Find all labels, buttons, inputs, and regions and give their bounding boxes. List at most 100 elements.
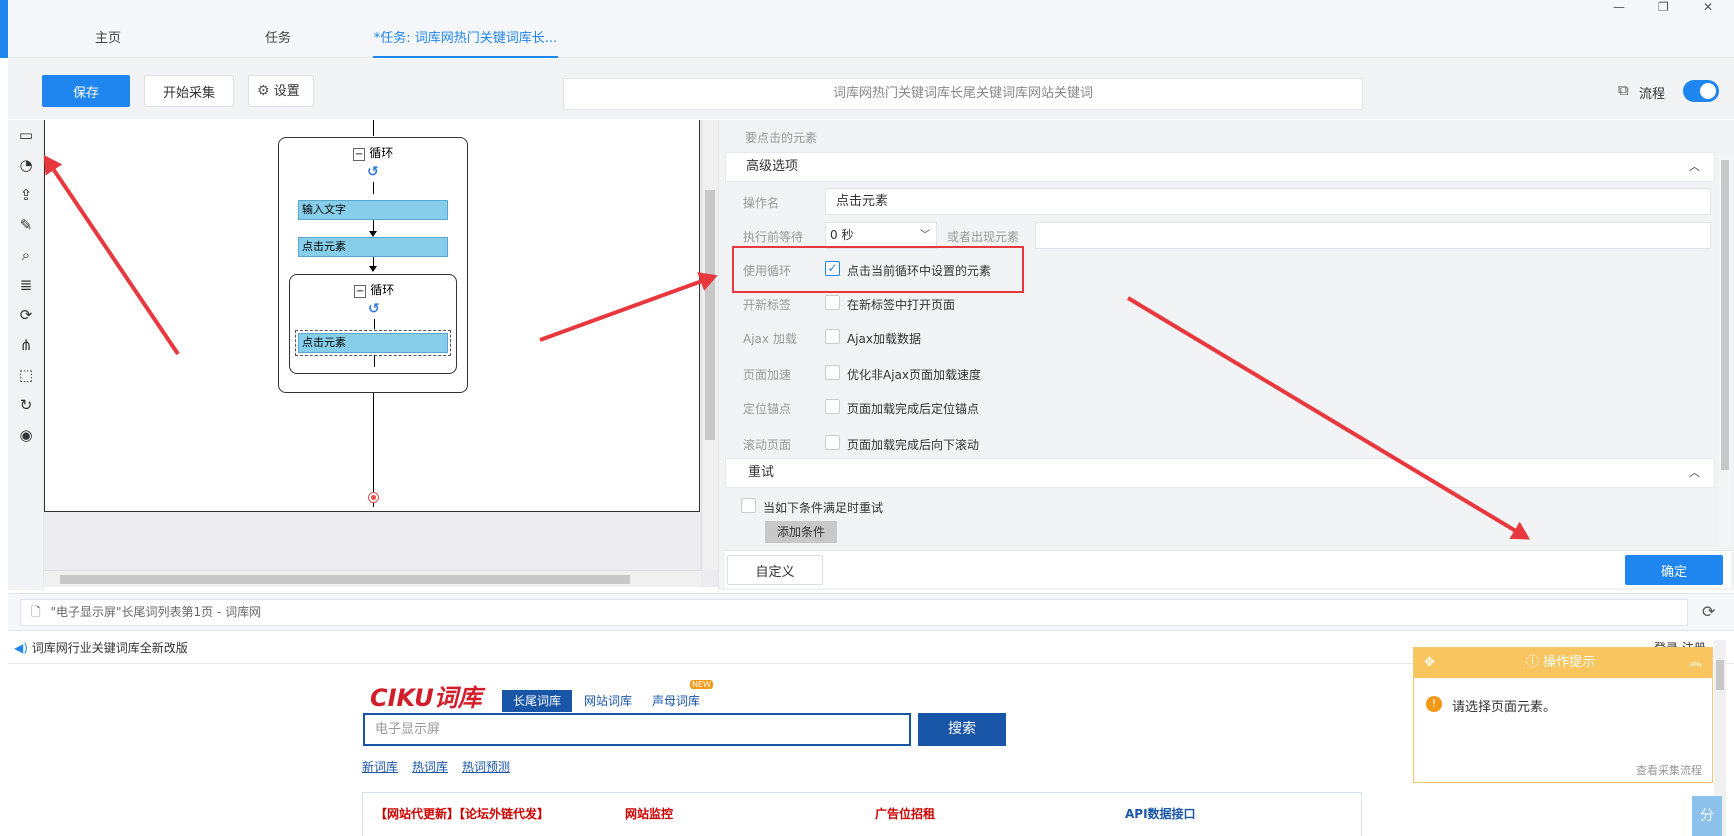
edit-icon[interactable]: ✎: [15, 214, 37, 236]
link-hot-words[interactable]: 热词库: [412, 758, 448, 775]
flow-node-input-text[interactable]: 输入文字: [298, 200, 448, 220]
site-notice-text[interactable]: 词库网行业关键词库全新改版: [32, 641, 188, 655]
site-promo-box: 【网站代更新】【论坛外链代发】 网站监控 广告位招租 API数据接口: [362, 792, 1362, 836]
or-appear-input[interactable]: [1035, 222, 1711, 249]
start-collect-button[interactable]: 开始采集: [144, 75, 234, 107]
tab-home[interactable]: 主页: [58, 24, 158, 58]
retry-checkbox[interactable]: [741, 498, 756, 513]
page-scroll-thumb[interactable]: [1716, 660, 1724, 690]
side-float-button[interactable]: 分: [1692, 796, 1722, 836]
chevron-up-icon[interactable]: ︿: [1689, 459, 1700, 487]
minimize-icon[interactable]: —: [1613, 0, 1625, 14]
panel-scroll-thumb[interactable]: [1721, 160, 1729, 470]
branch-icon[interactable]: ⋔: [15, 334, 37, 356]
restore-icon[interactable]: ❐: [1658, 0, 1669, 14]
canvas-horizontal-scroll-thumb[interactable]: [60, 575, 630, 584]
site-search-input[interactable]: 电子显示屏: [363, 713, 911, 746]
loop-outer-label: 循环: [369, 146, 394, 160]
new-badge: NEW: [690, 680, 713, 689]
toolbar: 保存 开始采集 ⚙ 设置 词库网热门关键词库长尾关键词库网站关键词 ⧉ 流程: [8, 59, 1734, 119]
search-tab-site[interactable]: 网站词库: [576, 690, 640, 712]
search-tab-initial[interactable]: 声母词库: [644, 690, 708, 712]
link-hot-forecast[interactable]: 热词预测: [462, 758, 510, 775]
loop-outer-title: − 循环: [353, 144, 393, 161]
site-search-button[interactable]: 搜索: [918, 713, 1006, 746]
list-icon[interactable]: ≣: [15, 274, 37, 296]
flow-canvas-area: − 循环 ↺ 输入文字 点击元素 − 循环 ↺ 点击元素: [44, 120, 718, 587]
tool-sidebar: ▭ ◔ ⇪ ✎ ⌕ ≣ ⟳ ⋔ ⬚ ↻ ◉: [8, 120, 44, 590]
collapse-icon[interactable]: −: [353, 148, 366, 161]
address-field[interactable]: 🗋 "电子显示屏"长尾词列表第1页 - 词库网: [20, 599, 1688, 626]
search-tab-long[interactable]: 长尾词库: [502, 690, 572, 712]
advanced-options-header[interactable]: 高级选项 ︿: [725, 152, 1715, 182]
scroll-checkbox[interactable]: [825, 435, 840, 450]
close-icon[interactable]: ✕: [1703, 0, 1713, 14]
captcha-icon[interactable]: ⌕: [15, 244, 37, 266]
hint-message: 请选择页面元素。: [1452, 700, 1557, 715]
task-title-field[interactable]: 词库网热门关键词库长尾关键词库网站关键词: [563, 78, 1363, 110]
flow-connector: [373, 120, 374, 136]
link-new-words[interactable]: 新词库: [362, 758, 398, 775]
move-icon[interactable]: ✥: [1424, 648, 1435, 678]
new-tab-checkbox[interactable]: [825, 295, 840, 310]
promo-link-3[interactable]: 广告位招租: [875, 805, 935, 822]
collapse-icon[interactable]: −: [354, 285, 367, 298]
add-condition-button[interactable]: 添加条件: [765, 521, 837, 543]
flow-node-click-element[interactable]: 点击元素: [298, 237, 448, 257]
canvas-horizontal-scrollbar[interactable]: [44, 570, 701, 587]
collapse-up-icon[interactable]: ︽: [1689, 648, 1702, 678]
hint-header[interactable]: ✥ ⓘ 操作提示 ︽: [1414, 648, 1712, 678]
view-flow-link[interactable]: 查看采集流程: [1636, 762, 1702, 778]
promo-link-4[interactable]: API数据接口: [1125, 805, 1196, 822]
ajax-checkbox[interactable]: [825, 329, 840, 344]
panel-scrollbar[interactable]: [1719, 156, 1731, 546]
panel-footer: 自定义 确定: [725, 550, 1731, 588]
tab-tasks[interactable]: 任务: [228, 24, 328, 58]
site-logo[interactable]: CIKU词库: [370, 678, 482, 713]
refresh-settings-icon[interactable]: ↻: [15, 394, 37, 416]
operation-hint-box: ✥ ⓘ 操作提示 ︽ ! 请选择页面元素。 查看采集流程: [1413, 647, 1713, 783]
element-section-header: 要点击的元素: [745, 131, 818, 145]
settings-button[interactable]: ⚙ 设置: [248, 75, 314, 107]
op-name-input[interactable]: 点击元素: [825, 188, 1711, 215]
custom-button[interactable]: 自定义: [727, 555, 823, 585]
flow-toggle-knob: [1700, 83, 1716, 99]
mouse-click-icon[interactable]: ◔: [15, 154, 37, 176]
wait-value: 0 秒: [830, 228, 854, 242]
anchor-option: 页面加载完成后定位锚点: [847, 402, 980, 416]
confirm-button[interactable]: 确定: [1625, 555, 1723, 585]
info-icon: ⓘ: [1526, 655, 1540, 670]
flow-toggle[interactable]: [1683, 80, 1719, 102]
chevron-up-icon[interactable]: ︿: [1689, 153, 1700, 181]
canvas-vertical-scroll-thumb[interactable]: [705, 190, 715, 440]
op-name-label: 操作名: [743, 196, 780, 210]
new-tab-option: 在新标签中打开页面: [847, 298, 956, 312]
stop-icon[interactable]: ◉: [15, 424, 37, 446]
wait-select[interactable]: 0 秒 ﹀: [825, 222, 937, 249]
export-icon[interactable]: ⇪: [15, 184, 37, 206]
flow-loop-inner[interactable]: − 循环 ↺ 点击元素: [289, 274, 457, 374]
anchor-checkbox[interactable]: [825, 399, 840, 414]
tab-current-task[interactable]: *任务: 词库网热门关键词库长...: [373, 24, 558, 58]
select-element-icon[interactable]: ⬚: [15, 364, 37, 386]
chevron-down-icon: ﹀: [920, 230, 930, 241]
tab-current-task-label: *任务: 词库网热门关键词库长...: [373, 31, 558, 46]
loop-icon[interactable]: ⟳: [15, 304, 37, 326]
save-button[interactable]: 保存: [42, 75, 130, 107]
canvas-vertical-scrollbar[interactable]: [701, 120, 718, 570]
speed-label: 页面加速: [743, 368, 792, 382]
promo-link-1[interactable]: 【网站代更新】【论坛外链代发】: [375, 805, 549, 822]
open-page-icon[interactable]: ▭: [15, 124, 37, 146]
warning-icon: !: [1426, 696, 1442, 712]
new-tab-label: 开新标签: [743, 298, 792, 312]
speed-checkbox[interactable]: [825, 365, 840, 380]
retry-option: 当如下条件满足时重试: [763, 501, 884, 515]
settings-label: 设置: [273, 84, 300, 99]
reload-icon[interactable]: ⟳: [1702, 602, 1715, 621]
flow-loop-outer[interactable]: − 循环 ↺ 输入文字 点击元素 − 循环 ↺ 点击元素: [278, 137, 468, 393]
flow-node-click-element-selected[interactable]: 点击元素: [295, 330, 451, 356]
promo-link-2[interactable]: 网站监控: [625, 805, 673, 822]
window-accent-bar: [0, 0, 8, 58]
speaker-icon: ◀): [14, 641, 28, 655]
retry-header[interactable]: 重试 ︿: [725, 458, 1715, 488]
